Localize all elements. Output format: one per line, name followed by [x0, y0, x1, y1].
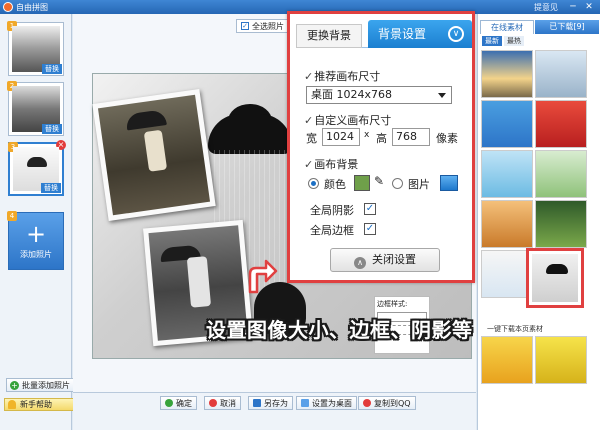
image-option-label: 图片: [408, 178, 430, 191]
tab-downloaded[interactable]: 已下载[9]: [535, 20, 599, 34]
recommended-size-heading: ✓推荐画布尺寸: [304, 70, 381, 83]
material-tile[interactable]: [481, 100, 533, 148]
close-icon[interactable]: ✕: [584, 2, 594, 12]
select-all-label: 全选照片: [252, 21, 284, 31]
tab-change-background[interactable]: 更换背景: [296, 24, 362, 48]
set-wallpaper-button[interactable]: 设置为桌面: [296, 396, 357, 410]
tab-online-materials[interactable]: 在线素材: [480, 20, 534, 34]
height-label: 高: [376, 132, 387, 145]
app-logo-icon: [3, 2, 13, 12]
confirm-button[interactable]: 确定: [160, 396, 197, 410]
tab-background-settings[interactable]: 背景设置 ∨: [368, 20, 472, 48]
material-preview: [532, 254, 578, 302]
add-photo-button[interactable]: 4 + 添加照片: [7, 211, 64, 270]
material-tile[interactable]: [535, 336, 587, 384]
material-tile[interactable]: [535, 50, 587, 98]
photo-thumbnail-2[interactable]: 2 替换: [7, 81, 64, 136]
chevron-down-icon: ∨: [448, 26, 464, 42]
photo-thumbnail-3[interactable]: 3 × 替换: [8, 140, 66, 196]
collage-photo-1[interactable]: [92, 89, 216, 221]
plus-icon: +: [25, 220, 47, 248]
material-tabs: 在线素材 已下载[9]: [480, 20, 599, 34]
cancel-button[interactable]: 取消: [204, 396, 241, 410]
sort-hottest[interactable]: 最热: [504, 36, 524, 46]
cancel-icon: [209, 399, 217, 407]
swap-button[interactable]: 替换: [42, 124, 62, 134]
eyedropper-icon[interactable]: ✎: [374, 174, 384, 188]
desktop-icon: [301, 399, 309, 407]
sort-newest[interactable]: 最新: [482, 36, 502, 46]
pointer-arrow-icon: [248, 259, 278, 294]
image-radio[interactable]: [392, 178, 403, 189]
times-sign: x: [364, 130, 370, 140]
sort-tabs: 最新 最热: [482, 36, 524, 46]
canvas-size-select[interactable]: 桌面 1024x768: [306, 86, 452, 104]
tab-background-settings-label: 背景设置: [378, 27, 427, 41]
global-border-label: 全局边框: [310, 224, 354, 237]
download-all-link[interactable]: 一键下载本页素材: [487, 324, 543, 334]
qq-icon: [363, 399, 371, 407]
material-tile[interactable]: [535, 150, 587, 198]
image-picker-icon[interactable]: [440, 175, 458, 191]
check-mark-icon: ✓: [304, 114, 314, 127]
swap-button[interactable]: 替换: [41, 183, 61, 193]
thumbnail-index-badge: 4: [7, 211, 17, 221]
check-icon: [165, 399, 173, 407]
batch-add-label: 批量添加照片: [22, 380, 70, 390]
window-title: 自由拼图: [16, 2, 48, 12]
plus-circle-icon: +: [10, 380, 19, 390]
pixel-unit-label: 像素: [436, 132, 458, 145]
feedback-link[interactable]: 提意见: [534, 2, 558, 13]
overlay-caption: 设置图像大小、边框、阴影等: [206, 318, 473, 342]
material-tile[interactable]: [535, 200, 587, 248]
check-mark-icon: ✓: [304, 70, 314, 83]
material-tile[interactable]: [481, 150, 533, 198]
add-photo-label: 添加照片: [20, 250, 52, 259]
minimize-icon[interactable]: ─: [568, 2, 578, 12]
save-icon: [253, 399, 261, 407]
photo-thumbnail-1[interactable]: 1 替换: [7, 21, 64, 76]
height-input[interactable]: 768: [392, 128, 430, 146]
canvas-background-heading: ✓画布背景: [304, 158, 359, 171]
help-label: 新手帮助: [20, 400, 52, 409]
checkbox-icon: ✓: [241, 22, 249, 30]
lightbulb-icon: [8, 400, 16, 409]
global-border-checkbox[interactable]: ✓: [364, 223, 376, 235]
cloud-graphic: [208, 114, 292, 154]
close-settings-button[interactable]: ∧ 关闭设置: [330, 248, 440, 272]
material-tile[interactable]: [535, 100, 587, 148]
thumbnail-sidebar: 1 替换 2 替换 3 × 替换 4 + 添加照片: [0, 14, 72, 430]
chevron-up-icon: ∧: [354, 257, 366, 269]
global-shadow-label: 全局阴影: [310, 204, 354, 217]
custom-size-heading: ✓自定义画布尺寸: [304, 114, 392, 127]
material-tile[interactable]: [481, 336, 533, 384]
photo-image: [97, 94, 211, 216]
close-settings-label: 关闭设置: [372, 253, 416, 266]
global-shadow-checkbox[interactable]: ✓: [364, 203, 376, 215]
copy-to-qq-button[interactable]: 复制到QQ: [358, 396, 416, 410]
check-mark-icon: ✓: [304, 158, 314, 171]
background-settings-panel: 更换背景 背景设置 ∨ ✓推荐画布尺寸 桌面 1024x768 ✓自定义画布尺寸…: [287, 11, 475, 283]
color-option-label: 颜色: [324, 178, 346, 191]
border-style-label: 边框样式:: [377, 300, 408, 308]
highlighted-material-tile[interactable]: [526, 248, 584, 308]
select-all-photos-button[interactable]: ✓ 全选照片: [236, 19, 289, 33]
material-tile[interactable]: [481, 200, 533, 248]
width-label: 宽: [306, 132, 317, 145]
bg-color-swatch[interactable]: [354, 175, 370, 191]
save-as-button[interactable]: 另存为: [248, 396, 293, 410]
swap-button[interactable]: 替换: [42, 64, 62, 74]
settings-tabs: 更换背景 背景设置 ∨: [296, 20, 472, 48]
color-radio[interactable]: [308, 178, 319, 189]
cloud-graphic: [546, 264, 568, 274]
material-tile[interactable]: [481, 50, 533, 98]
width-input[interactable]: 1024: [322, 128, 360, 146]
canvas-size-value: 桌面 1024x768: [311, 88, 392, 101]
dropdown-arrow-icon: [438, 93, 446, 98]
